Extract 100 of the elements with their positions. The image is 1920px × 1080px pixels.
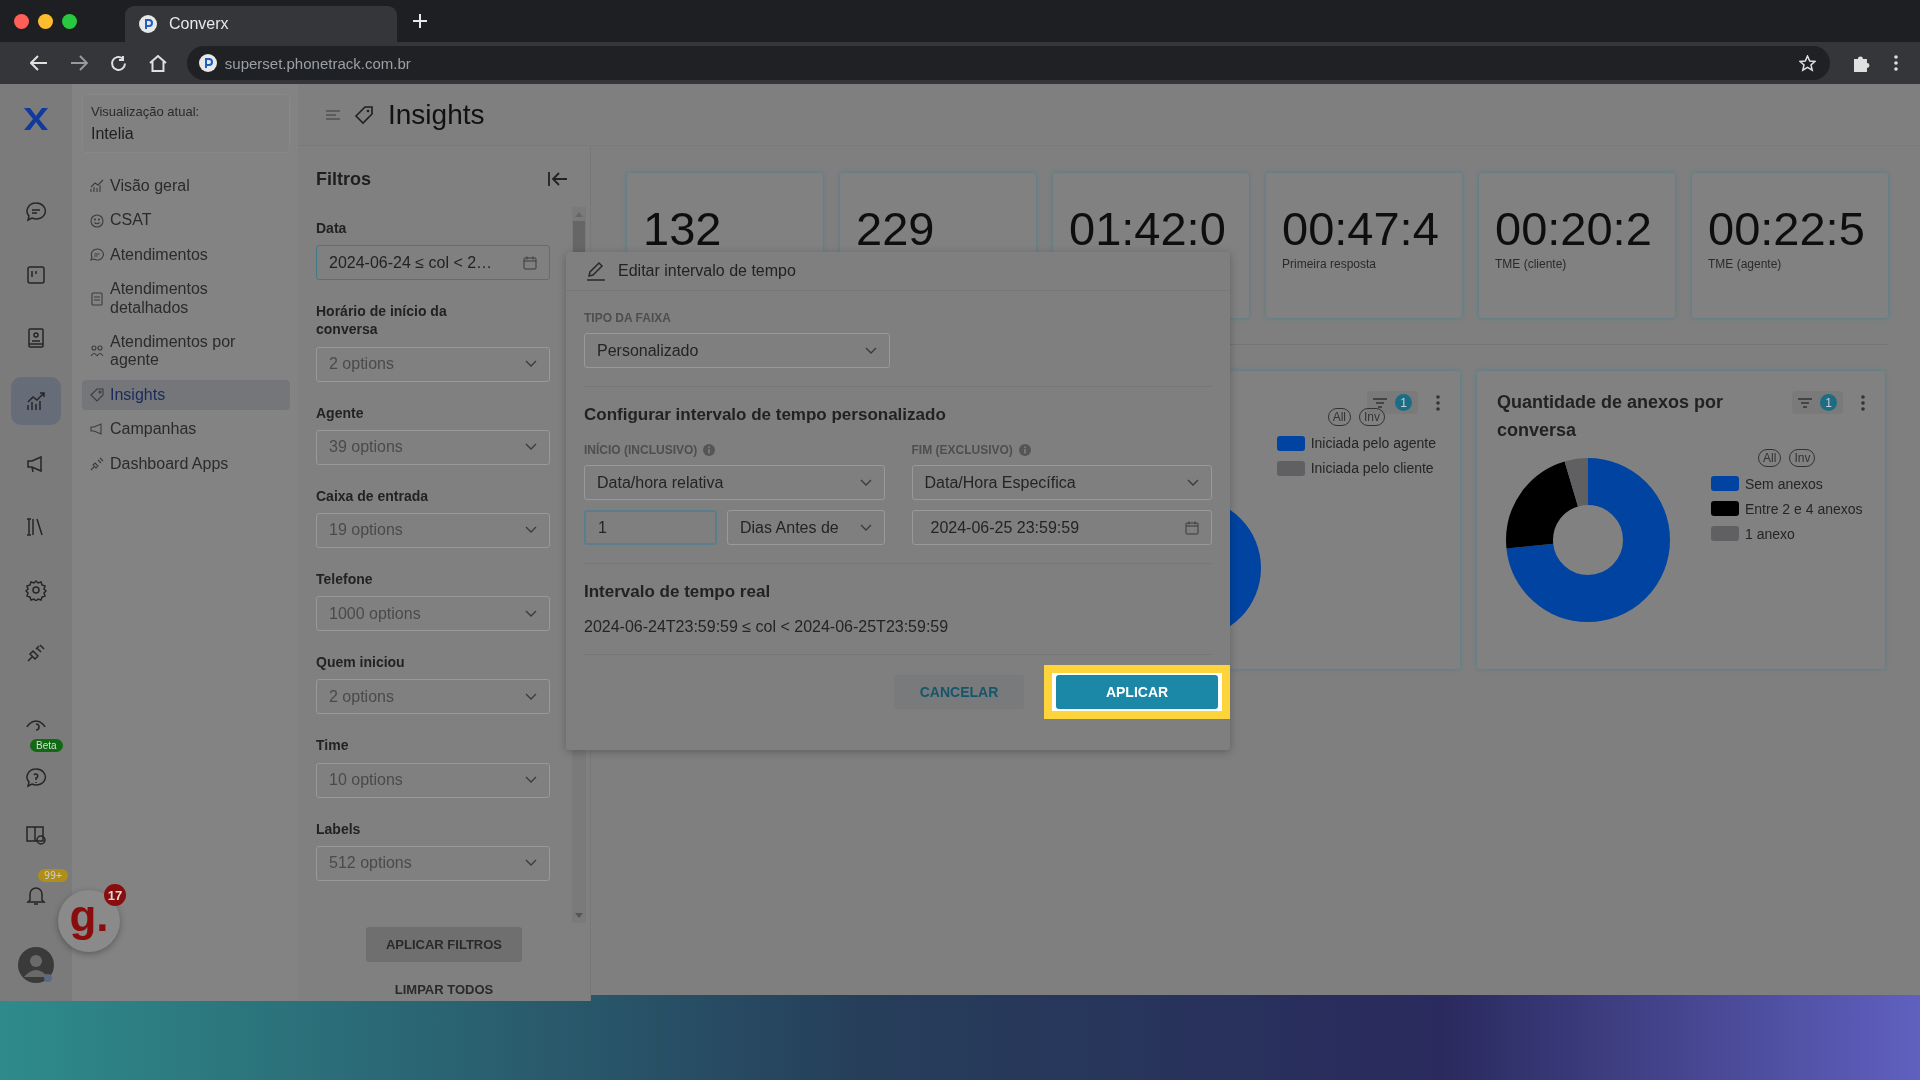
beta-badge: Beta	[30, 739, 63, 752]
field-label: Quem iniciou	[316, 653, 406, 672]
section-title: Configurar intervalo de tempo personalizado	[584, 405, 947, 425]
plug-icon	[90, 456, 104, 471]
popover-title: Editar intervalo de tempo	[618, 262, 796, 280]
help-icon[interactable]	[25, 767, 47, 789]
chat-icon[interactable]	[25, 201, 47, 223]
field-label: Agente	[316, 403, 365, 422]
chevron-down-icon	[859, 478, 872, 487]
start-mode-select[interactable]: Data/hora relativa	[584, 465, 885, 500]
calendar-icon	[1185, 520, 1199, 535]
legend-label[interactable]: Sem anexos	[1745, 475, 1823, 492]
smiley-icon	[90, 213, 104, 228]
view-name: Intelia	[91, 125, 135, 143]
field-label: Telefone	[316, 569, 374, 589]
date-range-field[interactable]: 2024-06-24 ≤ col < 2…	[316, 245, 550, 281]
rail-item[interactable]	[11, 377, 61, 425]
nav-item[interactable]: Campanhas	[82, 414, 290, 445]
more-options-icon[interactable]	[1894, 55, 1898, 71]
nav-item[interactable]: Atendimentos detalhados	[82, 274, 290, 323]
new-tab-icon[interactable]	[413, 14, 427, 28]
field-label: Caixa de entrada	[316, 486, 430, 505]
metric-label: Primeira resposta	[1282, 257, 1378, 272]
chevron-down-icon	[1187, 478, 1199, 487]
legend-label[interactable]: Iniciada pelo cliente	[1310, 460, 1434, 476]
document-icon	[90, 291, 104, 306]
chevron-down-icon	[865, 346, 877, 355]
minimize-window-button[interactable]	[38, 13, 53, 29]
avatar[interactable]	[18, 947, 54, 983]
browser-tab[interactable]: Converx	[125, 6, 397, 42]
field-label: Labels	[316, 819, 362, 838]
site-favicon	[139, 15, 157, 33]
forward-icon[interactable]	[69, 55, 88, 71]
chart-icon	[90, 179, 104, 194]
section-title: Intervalo de tempo real	[584, 582, 772, 602]
pencil-icon	[586, 261, 606, 281]
chevron-down-icon	[525, 360, 537, 369]
legend-label[interactable]: Entre 2 e 4 anexos	[1745, 500, 1863, 517]
nav-item[interactable]: Dashboard Apps	[82, 448, 290, 479]
back-icon[interactable]	[30, 55, 48, 71]
apply-button[interactable]: APLICAR	[1056, 675, 1218, 709]
filter-icon	[1373, 397, 1387, 408]
filter-title: Filtros	[316, 168, 371, 190]
view-label: Visualização atual:	[91, 104, 201, 119]
field-label: Horário de início da conversa	[316, 302, 448, 339]
maximize-window-button[interactable]	[62, 13, 77, 29]
collapse-icon[interactable]	[548, 171, 568, 187]
metric-value: 00:20:2	[1495, 201, 1653, 257]
home-icon[interactable]	[148, 54, 167, 72]
field-label: Data	[316, 219, 348, 238]
legend-label[interactable]: 1 anexo	[1745, 525, 1795, 542]
nav-item[interactable]: Insights	[82, 379, 290, 411]
count-badge: 99+	[38, 869, 69, 882]
nav-item[interactable]: Atendimentos por agente	[82, 326, 290, 376]
info-icon	[703, 444, 716, 456]
page-title: Insights	[388, 98, 485, 131]
filter-indicator-button[interactable]: 1	[1367, 391, 1418, 414]
end-date-field[interactable]: 2024-06-25 23:59:59	[911, 510, 1212, 545]
amount-input[interactable]: 1	[584, 510, 717, 545]
people-icon	[90, 344, 104, 359]
metric-value: 00:22:5	[1708, 201, 1866, 257]
chevron-down-icon	[525, 526, 537, 535]
tag-icon	[354, 104, 374, 125]
filter-icon	[1798, 397, 1812, 408]
address-bar[interactable]: superset.phonetrack.com.br	[186, 46, 1831, 80]
nav-item[interactable]: CSAT	[82, 205, 290, 236]
end-mode-select[interactable]: Data/Hora Específica	[911, 465, 1212, 500]
contact-icon[interactable]	[25, 327, 47, 349]
book-icon[interactable]	[25, 824, 47, 846]
chart-icon[interactable]	[25, 390, 47, 412]
apply-filters-button[interactable]: APLICAR FILTROS	[366, 927, 522, 962]
range-type-select[interactable]: Personalizado	[584, 333, 890, 368]
board-icon[interactable]	[25, 264, 47, 286]
logo-icon[interactable]	[21, 106, 51, 132]
metric-value: 01:42:0	[1069, 201, 1227, 257]
chart-title: Quantidade de anexos por conversa	[1497, 391, 1725, 442]
clear-all-button[interactable]: LIMPAR TODOS	[390, 978, 498, 1001]
close-window-button[interactable]	[14, 13, 29, 29]
nav-item[interactable]: Visão geral	[82, 171, 290, 202]
metric-label: TME (cliente)	[1495, 257, 1568, 272]
reload-icon[interactable]	[109, 54, 127, 72]
megaphone-icon	[90, 422, 104, 437]
chevron-down-icon	[859, 523, 872, 532]
metric-value: 132	[643, 201, 723, 257]
bell-icon[interactable]	[25, 884, 47, 906]
chevron-down-icon	[525, 609, 537, 618]
metric-label: TME (agente)	[1708, 257, 1783, 272]
bookmark-star-icon[interactable]	[1799, 54, 1817, 72]
chat-icon	[90, 247, 104, 262]
nav-item[interactable]: Atendimentos	[82, 239, 290, 271]
legend-label[interactable]: Iniciada pelo agente	[1310, 435, 1436, 451]
plug-icon[interactable]	[25, 642, 47, 664]
tag-icon	[90, 387, 104, 402]
calendar-icon	[523, 255, 537, 270]
unit-select[interactable]: Dias Antes de	[727, 510, 885, 545]
chevron-down-icon	[525, 443, 537, 452]
filter-indicator-button[interactable]: 1	[1792, 391, 1843, 414]
chevron-down-icon	[525, 776, 537, 784]
settings-icon[interactable]	[25, 579, 47, 601]
field-label: Time	[316, 736, 350, 755]
